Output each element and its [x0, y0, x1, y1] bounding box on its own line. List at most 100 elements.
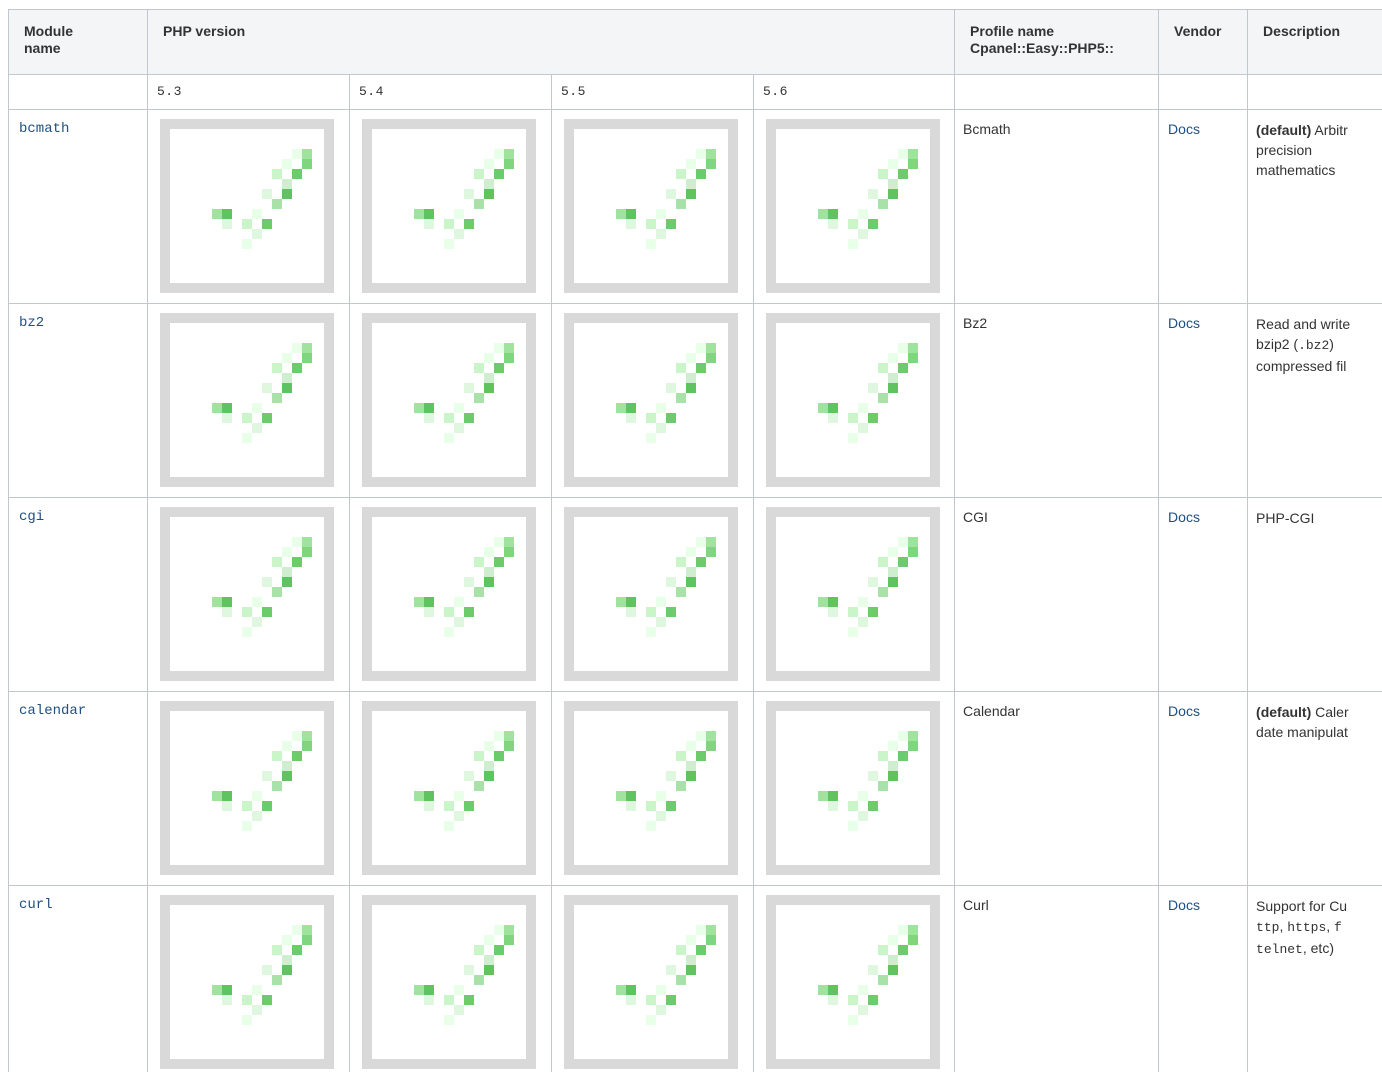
docs-link[interactable]: Docs [1159, 110, 1247, 138]
support-cell [752, 497, 956, 692]
header-module-name: Module name [8, 9, 148, 75]
version-cell: 5.3 [147, 74, 350, 110]
checkmark-glyph [212, 149, 312, 249]
module-name-cell: cgi [8, 497, 148, 692]
header-row: Module name PHP version Profile name Cpa… [8, 9, 1382, 75]
docs-link[interactable]: Docs [1159, 692, 1247, 720]
checkmark-glyph [414, 925, 514, 1025]
header-profile-name: Profile name Cpanel::Easy::PHP5:: [954, 9, 1160, 75]
support-cell [147, 109, 350, 304]
profile-name-cell: CGI [954, 497, 1160, 692]
checkmark-glyph [818, 149, 918, 249]
version-row-empty [8, 74, 148, 110]
vendor-cell: Docs [1158, 885, 1249, 1072]
support-cell [551, 691, 754, 886]
module-table-viewport: Module name PHP version Profile name Cpa… [0, 0, 1382, 1072]
module-name-link[interactable]: bcmath [9, 110, 147, 138]
checkmark-glyph [414, 537, 514, 637]
checkmark-icon [160, 507, 334, 681]
module-name-link[interactable]: calendar [9, 692, 147, 720]
description-text: PHP-CGI [1256, 510, 1315, 526]
docs-link[interactable]: Docs [1159, 886, 1247, 914]
support-cell [752, 885, 956, 1072]
module-name-cell: curl [8, 885, 148, 1072]
module-name-cell: bcmath [8, 109, 148, 304]
support-cell [752, 109, 956, 304]
checkmark-icon [160, 313, 334, 487]
support-cell [349, 691, 552, 886]
vendor-cell: Docs [1158, 497, 1249, 692]
version-row-empty [1247, 74, 1382, 110]
profile-name-cell: Calendar [954, 691, 1160, 886]
module-name-link[interactable]: bz2 [9, 304, 147, 332]
support-cell [752, 691, 956, 886]
checkmark-glyph [212, 731, 312, 831]
checkmark-icon [362, 313, 536, 487]
vendor-cell: Docs [1158, 303, 1249, 498]
checkmark-glyph [616, 925, 716, 1025]
checkmark-glyph [818, 343, 918, 443]
table-row: curl Curl Docs Support for Cu ttp, https,… [8, 885, 1382, 1072]
description-text: Read and write bzip2 (.bz2) compressed fil [1256, 316, 1351, 374]
support-cell [349, 109, 552, 304]
checkmark-icon [362, 119, 536, 293]
checkmark-glyph [616, 731, 716, 831]
description-cell: Read and write bzip2 (.bz2) compressed fil [1247, 303, 1382, 498]
description-cell: Support for Cu ttp, https, f telnet, etc) [1247, 885, 1382, 1072]
checkmark-icon [766, 313, 940, 487]
checkmark-glyph [818, 731, 918, 831]
checkmark-icon [160, 895, 334, 1069]
description-text: (default) Arbitr precision mathematics [1256, 122, 1348, 178]
checkmark-icon [564, 313, 738, 487]
module-name-cell: calendar [8, 691, 148, 886]
table-row: calendar Calendar Docs (default) Caler da… [8, 691, 1382, 886]
checkmark-glyph [212, 343, 312, 443]
header-php-version: PHP version [146, 9, 956, 75]
vendor-cell: Docs [1158, 691, 1249, 886]
checkmark-icon [362, 701, 536, 875]
version-cell: 5.6 [752, 74, 956, 110]
support-cell [551, 303, 754, 498]
support-cell [147, 497, 350, 692]
version-cell: 5.4 [349, 74, 552, 110]
description-text: Support for Cu ttp, https, f telnet, etc) [1256, 898, 1348, 957]
checkmark-glyph [414, 731, 514, 831]
module-name-link[interactable]: curl [9, 886, 147, 914]
version-row: 5.3 5.4 5.5 5.6 [8, 74, 1382, 110]
checkmark-icon [160, 701, 334, 875]
table-row: bz2 Bz2 Docs Read and write bzip2 (.bz2) c… [8, 303, 1382, 498]
description-cell: (default) Arbitr precision mathematics [1247, 109, 1382, 304]
docs-link[interactable]: Docs [1159, 304, 1247, 332]
checkmark-glyph [616, 149, 716, 249]
checkmark-glyph [616, 537, 716, 637]
checkmark-glyph [616, 343, 716, 443]
module-name-link[interactable]: cgi [9, 498, 147, 526]
support-cell [551, 497, 754, 692]
profile-name-cell: Bz2 [954, 303, 1160, 498]
description-cell: PHP-CGI [1247, 497, 1382, 692]
support-cell [147, 691, 350, 886]
checkmark-icon [564, 701, 738, 875]
support-cell [349, 303, 552, 498]
checkmark-icon [564, 119, 738, 293]
checkmark-icon [766, 119, 940, 293]
table-row: cgi CGI Docs PHP-CGI [8, 497, 1382, 692]
module-name-cell: bz2 [8, 303, 148, 498]
checkmark-icon [766, 507, 940, 681]
description-text: (default) Caler date manipulat [1256, 704, 1349, 740]
docs-link[interactable]: Docs [1159, 498, 1247, 526]
checkmark-glyph [414, 149, 514, 249]
checkmark-glyph [414, 343, 514, 443]
header-vendor: Vendor [1158, 9, 1249, 75]
header-description: Description [1247, 9, 1382, 75]
support-cell [349, 497, 552, 692]
checkmark-icon [766, 895, 940, 1069]
support-cell [147, 885, 350, 1072]
support-cell [147, 303, 350, 498]
checkmark-icon [160, 119, 334, 293]
support-cell [551, 885, 754, 1072]
checkmark-glyph [212, 537, 312, 637]
checkmark-icon [362, 507, 536, 681]
support-cell [349, 885, 552, 1072]
profile-name-cell: Bcmath [954, 109, 1160, 304]
